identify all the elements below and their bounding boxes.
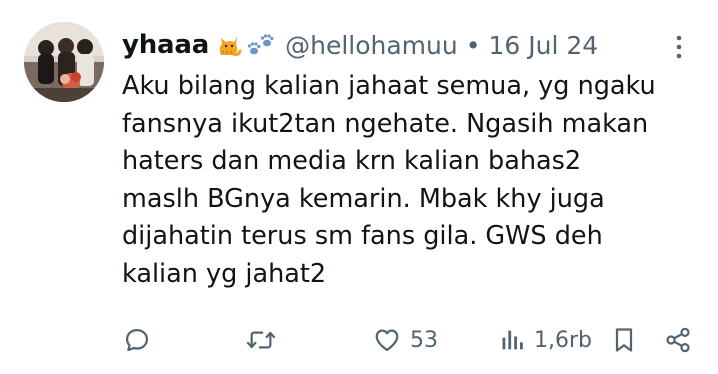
tweet-text-line: fansnya ikut2tan ngehate. Ngasih makan — [122, 108, 649, 139]
bookmark-button[interactable] — [612, 322, 636, 358]
like-count: 53 — [410, 327, 438, 353]
bookmark-icon — [612, 326, 636, 354]
tweet-header: yhaaa @hellohamuu • 16 Jul 24 — [122, 28, 598, 62]
tweet-text: Aku bilang kalian jahaat semua, yg ngaku… — [122, 68, 697, 293]
author-name[interactable]: yhaaa — [122, 30, 209, 60]
tweet-text-line: maslh BGnya kemarin. Mbak khy juga — [122, 183, 605, 214]
heart-icon — [372, 326, 402, 354]
more-vertical-icon[interactable] — [669, 32, 689, 62]
views-icon — [500, 326, 526, 354]
reply-button[interactable] — [123, 322, 151, 358]
tweet-text-line: kalian yg jahat2 — [122, 258, 327, 289]
share-icon — [664, 326, 692, 354]
author-handle[interactable]: @hellohamuu — [285, 31, 458, 60]
share-button[interactable] — [664, 322, 692, 358]
retweet-button[interactable] — [245, 322, 277, 358]
tweet-text-line: dijahatin terus sm fans gila. GWS deh — [122, 221, 603, 251]
avatar[interactable] — [24, 22, 104, 102]
retweet-icon — [245, 326, 277, 354]
tweet-text-line: haters dan media krn kalian bahas2 — [122, 146, 582, 176]
reply-icon — [123, 326, 151, 354]
separator-dot: • — [465, 30, 481, 60]
tweet-date[interactable]: 16 Jul 24 — [488, 31, 598, 60]
views-button[interactable]: 1,6rb — [500, 322, 592, 358]
avatar-photo — [24, 22, 104, 102]
like-button[interactable]: 53 — [372, 322, 438, 358]
tweet-text-line: Aku bilang kalian jahaat semua, yg ngaku — [122, 71, 656, 101]
tweet-card[interactable]: yhaaa @hellohamuu • 16 Jul 24 Aku bilang… — [0, 0, 718, 374]
views-count: 1,6rb — [534, 327, 592, 353]
paw-prints-emoji — [245, 30, 277, 60]
cat-emoji — [212, 30, 242, 60]
